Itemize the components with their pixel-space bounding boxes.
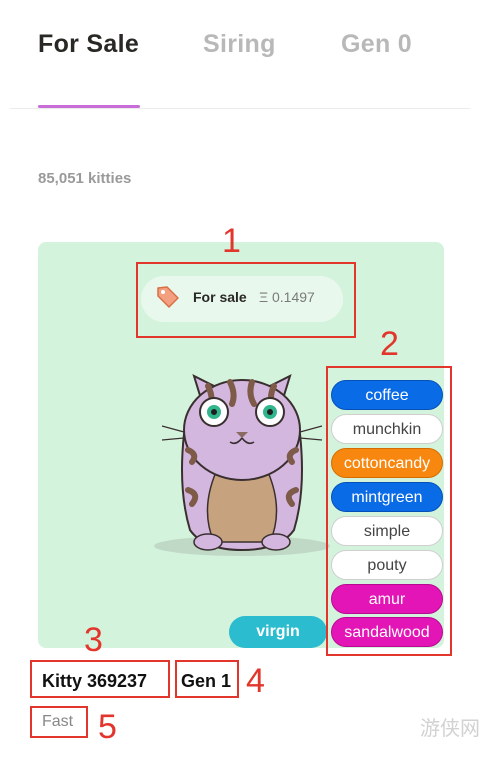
tab-for-sale[interactable]: For Sale (38, 30, 139, 59)
tab-bar: For Sale Siring Gen 0 (0, 0, 502, 110)
annotation-box-3 (30, 660, 170, 698)
annotation-box-4 (175, 660, 239, 698)
annotation-number-4: 4 (246, 662, 265, 700)
cat-illustration (154, 374, 330, 556)
virgin-badge: virgin (229, 616, 327, 648)
watermark: 游侠网 (420, 718, 480, 740)
annotation-number-3: 3 (84, 621, 103, 659)
tabs-divider (10, 108, 470, 109)
annotation-number-2: 2 (380, 325, 399, 363)
tab-siring[interactable]: Siring (203, 30, 276, 59)
annotation-box-2 (326, 366, 452, 656)
kitty-count: 85,051 kitties (38, 170, 132, 187)
annotation-box-1 (136, 262, 356, 338)
annotation-box-5 (30, 706, 88, 738)
tab-gen0[interactable]: Gen 0 (341, 30, 412, 59)
annotation-number-5: 5 (98, 708, 117, 746)
annotation-number-1: 1 (222, 222, 241, 260)
